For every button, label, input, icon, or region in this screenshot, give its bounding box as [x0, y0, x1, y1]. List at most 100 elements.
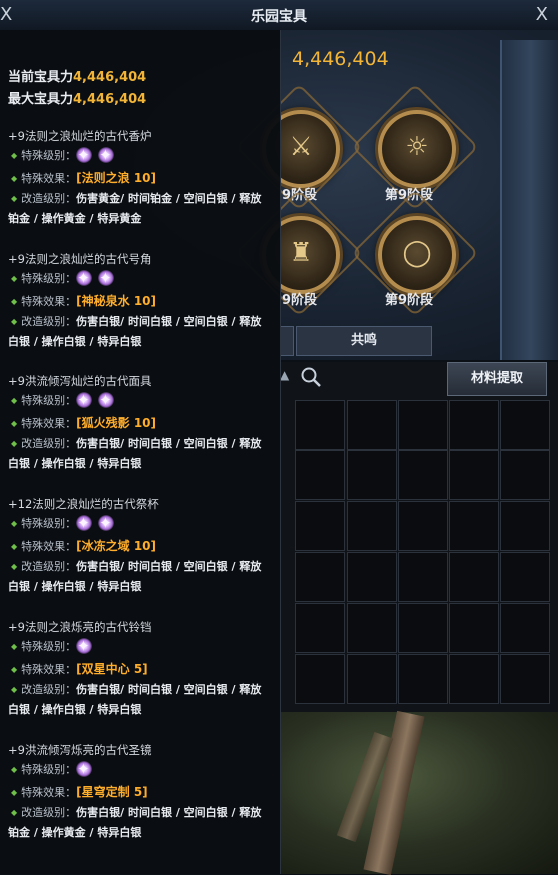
inventory-slot[interactable]	[500, 603, 550, 653]
bullet-icon: ◆	[11, 562, 18, 571]
inventory-slot[interactable]	[295, 654, 345, 704]
modify-grade-value-1: 伤害白银/ 时间白银 / 空间白银 / 释放	[76, 806, 262, 819]
special-effect-row: ◆ 特殊效果：[双星中心 5]	[8, 658, 274, 680]
background-scene	[280, 710, 558, 875]
inventory-slot[interactable]	[347, 603, 397, 653]
inventory-slot[interactable]	[398, 501, 448, 551]
title-bar: X 乐园宝具 X	[0, 0, 558, 31]
inventory-slot[interactable]	[347, 501, 397, 551]
material-extract-button[interactable]: 材料提取	[447, 362, 547, 396]
modify-grade-label: 改造级别：	[21, 806, 77, 819]
special-effect-label: 特殊效果：	[21, 540, 77, 553]
inventory-slot[interactable]	[398, 603, 448, 653]
inventory-slot[interactable]	[398, 654, 448, 704]
modify-grade-value-1: 伤害白银/ 时间白银 / 空间白银 / 释放	[76, 437, 262, 450]
inventory-slot[interactable]	[500, 450, 550, 500]
star-icon	[98, 512, 115, 534]
bullet-icon: ◆	[11, 419, 18, 428]
special-grade-label: 特殊级别：	[21, 394, 77, 407]
modify-grade-row: ◆ 改造级别：伤害白银/ 时间白银 / 空间白银 / 释放	[8, 312, 274, 332]
search-icon[interactable]	[300, 366, 322, 388]
special-grade-row: ◆ 特殊级别：	[8, 389, 274, 412]
inventory-slot[interactable]	[500, 552, 550, 602]
bullet-icon: ◆	[11, 665, 18, 674]
inventory-slot[interactable]	[295, 603, 345, 653]
bullet-icon: ◆	[11, 519, 18, 528]
special-effect-value: [星穹定制 5]	[76, 785, 148, 799]
star-icon	[76, 758, 93, 780]
inventory-slot[interactable]	[295, 400, 345, 450]
inventory-slot[interactable]	[347, 400, 397, 450]
tooltip-item: +9法则之浪烁亮的古代铃铛◆特殊级别：◆特殊效果：[双星中心 5]◆改造级别：伤…	[8, 618, 274, 720]
relic-slot-4[interactable]: ◯	[378, 216, 456, 294]
tooltip-item: +12法则之浪灿烂的古代祭杯◆特殊级别：◆特殊效果：[冰冻之域 10]◆改造级别…	[8, 495, 274, 597]
star-icon	[98, 267, 115, 289]
modify-grade-row-2: 白银 / 操作白银 / 特异白银	[8, 703, 142, 716]
item-title: +12法则之浪灿烂的古代祭杯	[8, 497, 159, 511]
modify-grade-row: ◆ 改造级别：伤害白银/ 时间白银 / 空间白银 / 释放	[8, 680, 274, 700]
inventory-slot[interactable]	[449, 654, 499, 704]
inventory-slot[interactable]	[398, 552, 448, 602]
star-icon	[76, 512, 93, 534]
inventory-slot[interactable]	[449, 450, 499, 500]
special-grade-row: ◆ 特殊级别：	[8, 635, 274, 658]
special-grade-label: 特殊级别：	[21, 517, 77, 530]
inventory-slot[interactable]	[398, 450, 448, 500]
inventory-slot[interactable]	[500, 400, 550, 450]
special-effect-value: [狐火残影 10]	[76, 416, 157, 430]
inventory-slot[interactable]	[295, 501, 345, 551]
modify-grade-label: 改造级别：	[21, 560, 77, 573]
special-effect-value: [法则之浪 10]	[76, 171, 157, 185]
item-title: +9法则之浪灿烂的古代香炉	[8, 129, 152, 143]
tooltip-item: +9法则之浪灿烂的古代号角◆特殊级别：◆特殊效果：[神秘泉水 10]◆改造级别：…	[8, 250, 274, 352]
inventory-slot[interactable]	[295, 552, 345, 602]
close-button[interactable]: X	[536, 4, 548, 25]
special-effect-row: ◆ 特殊效果：[神秘泉水 10]	[8, 290, 274, 312]
tab-relic[interactable]	[280, 326, 294, 356]
inventory-slot[interactable]	[398, 400, 448, 450]
special-effect-label: 特殊效果：	[21, 663, 77, 676]
inventory-slot[interactable]	[449, 400, 499, 450]
modify-grade-value-1: 伤害白银/ 时间白银 / 空间白银 / 释放	[76, 560, 262, 573]
inventory-slot[interactable]	[449, 501, 499, 551]
bullet-icon: ◆	[11, 765, 18, 774]
bullet-icon: ◆	[11, 642, 18, 651]
relic-power-tooltip: 当前宝具力4,446,404 最大宝具力4,446,404 +9法则之浪灿烂的古…	[0, 30, 281, 874]
tooltip-item: +9法则之浪灿烂的古代香炉◆特殊级别：◆特殊效果：[法则之浪 10]◆改造级别：…	[8, 127, 274, 229]
modify-grade-row: ◆ 改造级别：伤害黄金/ 时间铂金 / 空间白银 / 释放	[8, 189, 274, 209]
star-icon	[76, 389, 93, 411]
bullet-icon: ◆	[11, 542, 18, 551]
relic-slot-2[interactable]: ☼	[378, 110, 456, 188]
bullet-icon: ◆	[11, 396, 18, 405]
star-icon	[98, 389, 115, 411]
background-arch	[500, 40, 558, 360]
special-grade-label: 特殊级别：	[21, 272, 77, 285]
inventory-slot[interactable]	[347, 552, 397, 602]
special-effect-row: ◆ 特殊效果：[狐火残影 10]	[8, 412, 274, 434]
star-icon	[76, 635, 93, 657]
inventory-slot[interactable]	[449, 603, 499, 653]
total-power-display: 4,446,404	[292, 48, 389, 70]
modify-grade-row-2: 白银 / 操作白银 / 特异白银	[8, 457, 142, 470]
special-grade-row: ◆ 特殊级别：	[8, 512, 274, 535]
inventory-slot[interactable]	[500, 654, 550, 704]
inventory-slot[interactable]	[449, 552, 499, 602]
max-power-label: 最大宝具力	[8, 92, 74, 107]
special-effect-value: [双星中心 5]	[76, 662, 148, 676]
inventory-slot[interactable]	[347, 450, 397, 500]
special-effect-label: 特殊效果：	[21, 786, 77, 799]
inventory-slot[interactable]	[295, 450, 345, 500]
triangle-icon: ▲	[280, 368, 290, 382]
bullet-icon: ◆	[11, 174, 18, 183]
modify-grade-row: ◆ 改造级别：伤害白银/ 时间白银 / 空间白银 / 释放	[8, 803, 274, 823]
inventory-slot[interactable]	[500, 501, 550, 551]
special-effect-label: 特殊效果：	[21, 417, 77, 430]
mask-relic-icon: ☼	[405, 132, 429, 162]
tab-resonance[interactable]: 共鸣	[296, 326, 432, 356]
special-effect-label: 特殊效果：	[21, 172, 77, 185]
modify-grade-value-1: 伤害白银/ 时间白银 / 空间白银 / 释放	[76, 315, 262, 328]
star-icon	[98, 144, 115, 166]
special-effect-label: 特殊效果：	[21, 295, 77, 308]
inventory-slot[interactable]	[347, 654, 397, 704]
modify-grade-value-1: 伤害黄金/ 时间铂金 / 空间白银 / 释放	[76, 192, 262, 205]
